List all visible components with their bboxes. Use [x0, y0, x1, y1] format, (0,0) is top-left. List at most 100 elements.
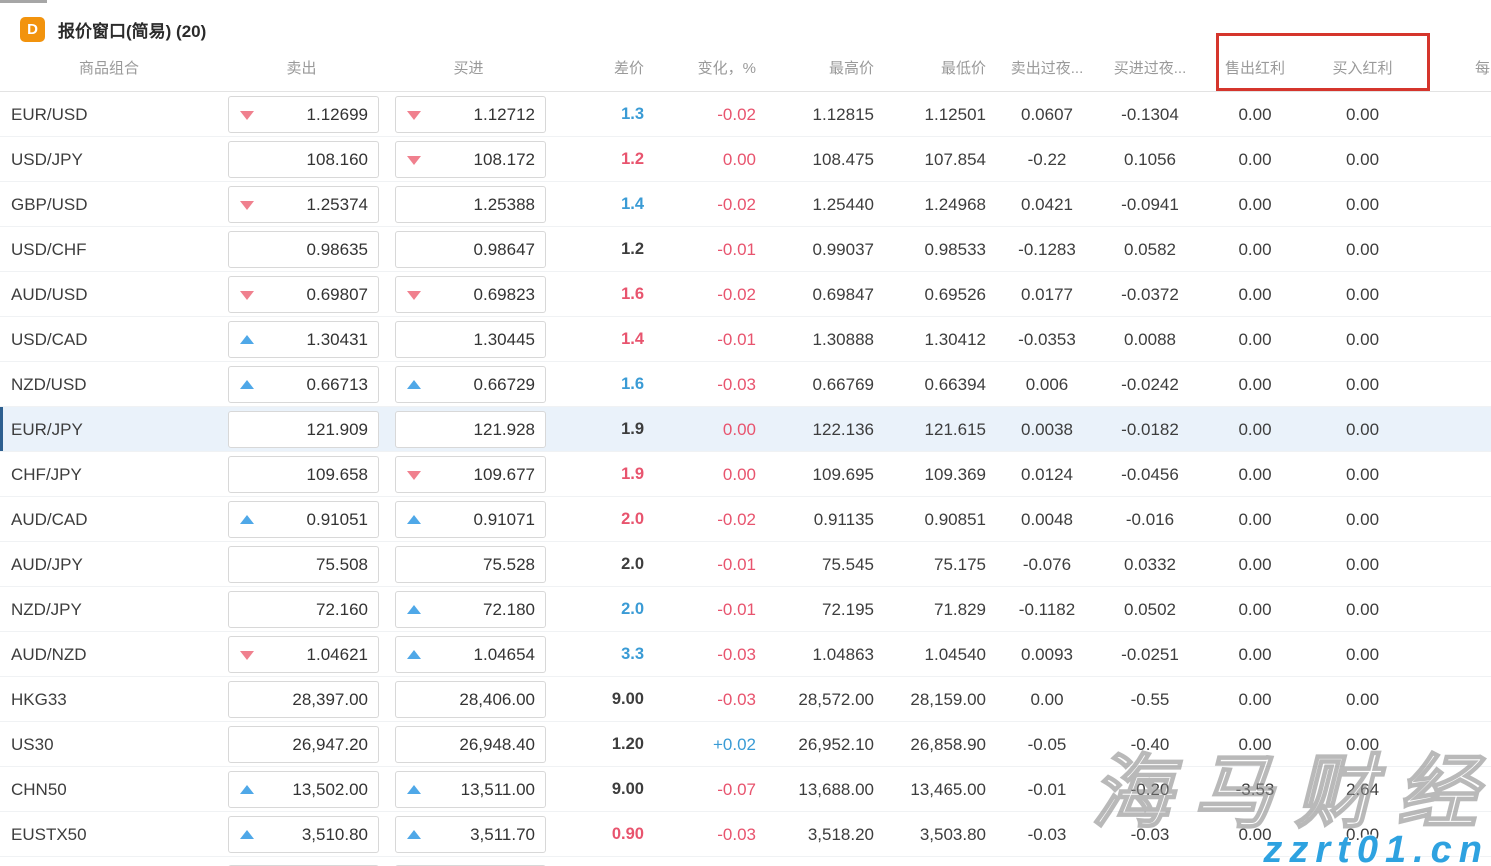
buy-price-value: 0.98647 [474, 240, 535, 260]
buy-price-button[interactable]: 75.528 [395, 546, 546, 583]
buy-price-button[interactable]: 0.91071 [395, 501, 546, 538]
buy-overnight-cell: 0.0332 [1100, 555, 1200, 575]
buy-price-cell: 0.66729 [385, 362, 552, 407]
table-row[interactable]: NZD/JPY72.16072.1802.0-0.0172.19571.829-… [0, 587, 1491, 632]
buy-price-button[interactable]: 26,948.40 [395, 726, 546, 763]
price-up-arrow-icon [240, 380, 254, 389]
sell-price-button[interactable]: 1.30431 [228, 321, 379, 358]
sell-price-button[interactable]: 121.909 [228, 411, 379, 448]
spread-cell: 1.4 [552, 330, 652, 349]
sell-price-button[interactable]: 1.12699 [228, 96, 379, 133]
sell-price-button[interactable]: 13,502.00 [228, 771, 379, 808]
buy-price-button[interactable]: 1.25388 [395, 186, 546, 223]
spread-cell: 1.9 [552, 465, 652, 484]
buy-price-button[interactable]: 72.180 [395, 591, 546, 628]
table-row[interactable]: USD/JPY108.160108.1721.20.00108.475107.8… [0, 137, 1491, 182]
symbol-cell: GBP/USD [0, 195, 218, 215]
buy-dividend-cell: 0.00 [1310, 555, 1415, 575]
sell-overnight-cell: 0.006 [994, 375, 1100, 395]
spread-cell: 2.0 [552, 600, 652, 619]
change-cell: -0.01 [652, 600, 764, 620]
sell-overnight-cell: -0.05 [994, 735, 1100, 755]
symbol-cell: USD/JPY [0, 150, 218, 170]
column-header-high[interactable]: 最高价 [764, 57, 882, 78]
sell-price-button[interactable]: 3,510.80 [228, 816, 379, 853]
buy-price-cell: 28,406.00 [385, 677, 552, 722]
column-header-sell-dividend[interactable]: 售出红利 [1200, 57, 1310, 78]
column-header-change[interactable]: 变化，% [652, 57, 764, 78]
sell-price-button[interactable]: 72.160 [228, 591, 379, 628]
table-row[interactable]: NZD/USD0.667130.667291.6-0.030.667690.66… [0, 362, 1491, 407]
low-cell: 1.04540 [882, 645, 994, 665]
sell-price-button[interactable]: 0.98635 [228, 231, 379, 268]
symbol-cell: USD/CAD [0, 330, 218, 350]
spread-cell: 1.6 [552, 375, 652, 394]
sell-price-value: 3,510.80 [302, 825, 368, 845]
spread-cell: 2.0 [552, 555, 652, 574]
buy-price-value: 1.04654 [474, 645, 535, 665]
column-header-extra[interactable]: 每 [1415, 57, 1491, 78]
sell-overnight-cell: 0.0048 [994, 510, 1100, 530]
buy-price-button[interactable]: 108.172 [395, 141, 546, 178]
table-row[interactable]: USD/CHF0.986350.986471.2-0.010.990370.98… [0, 227, 1491, 272]
buy-price-button[interactable]: 109.677 [395, 456, 546, 493]
buy-price-value: 0.69823 [474, 285, 535, 305]
sell-price-value: 108.160 [307, 150, 368, 170]
sell-price-button[interactable]: 0.66713 [228, 366, 379, 403]
buy-price-value: 1.25388 [474, 195, 535, 215]
buy-dividend-cell: 0.00 [1310, 510, 1415, 530]
table-row[interactable]: CHN5013,502.0013,511.009.00-0.0713,688.0… [0, 767, 1491, 812]
sell-price-button[interactable]: 26,947.20 [228, 726, 379, 763]
table-row[interactable]: AUD/CAD0.910510.910712.0-0.020.911350.90… [0, 497, 1491, 542]
buy-price-button[interactable]: 0.98647 [395, 231, 546, 268]
table-row[interactable]: AUD/JPY75.50875.5282.0-0.0175.54575.175-… [0, 542, 1491, 587]
table-row[interactable]: US3026,947.2026,948.401.20+0.0226,952.10… [0, 722, 1491, 767]
buy-price-button[interactable]: 0.66729 [395, 366, 546, 403]
table-row[interactable]: EUR/USD1.126991.127121.3-0.021.128151.12… [0, 92, 1491, 137]
sell-price-button[interactable]: 75.508 [228, 546, 379, 583]
table-row[interactable]: USD/CAD1.304311.304451.4-0.011.308881.30… [0, 317, 1491, 362]
buy-price-value: 28,406.00 [459, 690, 535, 710]
sell-price-button[interactable]: 108.160 [228, 141, 379, 178]
buy-price-button[interactable]: 13,511.00 [395, 771, 546, 808]
sell-price-button[interactable]: 109.658 [228, 456, 379, 493]
buy-price-button[interactable]: 28,406.00 [395, 681, 546, 718]
buy-price-button[interactable]: 121.928 [395, 411, 546, 448]
table-row[interactable]: EUR/JPY121.909121.9281.90.00122.136121.6… [0, 407, 1491, 452]
table-row[interactable]: AUD/NZD1.046211.046543.3-0.031.048631.04… [0, 632, 1491, 677]
buy-price-button[interactable]: 3,511.70 [395, 816, 546, 853]
sell-price-cell: 72.160 [218, 587, 385, 632]
column-header-sell[interactable]: 卖出 [218, 57, 385, 78]
low-cell: 0.66394 [882, 375, 994, 395]
spread-cell: 1.9 [552, 420, 652, 439]
price-down-arrow-icon [407, 291, 421, 300]
column-header-buy[interactable]: 买进 [385, 57, 552, 78]
buy-overnight-cell: -0.1304 [1100, 105, 1200, 125]
table-row[interactable]: EUSTX503,510.803,511.700.90-0.033,518.20… [0, 812, 1491, 857]
sell-price-button[interactable]: 28,397.00 [228, 681, 379, 718]
high-cell: 0.69847 [764, 285, 882, 305]
sell-price-button[interactable]: 0.91051 [228, 501, 379, 538]
table-row[interactable]: AUD/USD0.698070.698231.6-0.020.698470.69… [0, 272, 1491, 317]
column-header-sell-overnight[interactable]: 卖出过夜... [994, 57, 1100, 78]
column-header-symbol[interactable]: 商品组合 [0, 57, 218, 78]
table-row[interactable]: HKG3328,397.0028,406.009.00-0.0328,572.0… [0, 677, 1491, 722]
table-row[interactable]: CHF/JPY109.658109.6771.90.00109.695109.3… [0, 452, 1491, 497]
buy-price-button[interactable]: 1.30445 [395, 321, 546, 358]
buy-dividend-cell: 0.00 [1310, 105, 1415, 125]
column-header-buy-dividend[interactable]: 买入红利 [1310, 57, 1415, 78]
column-header-low[interactable]: 最低价 [882, 57, 994, 78]
buy-price-button[interactable]: 0.69823 [395, 276, 546, 313]
column-header-spread[interactable]: 差价 [552, 57, 652, 78]
table-row[interactable]: GBP/USD1.253741.253881.4-0.021.254401.24… [0, 182, 1491, 227]
symbol-cell: AUD/USD [0, 285, 218, 305]
sell-price-button[interactable]: 1.04621 [228, 636, 379, 673]
buy-price-button[interactable]: 1.04654 [395, 636, 546, 673]
sell-price-cell: 0.66713 [218, 362, 385, 407]
sell-price-button[interactable]: 1.25374 [228, 186, 379, 223]
buy-dividend-cell: 0.00 [1310, 285, 1415, 305]
buy-price-button[interactable]: 1.12712 [395, 96, 546, 133]
sell-price-button[interactable]: 0.69807 [228, 276, 379, 313]
column-header-buy-overnight[interactable]: 买进过夜... [1100, 57, 1200, 78]
buy-price-cell [385, 857, 552, 866]
